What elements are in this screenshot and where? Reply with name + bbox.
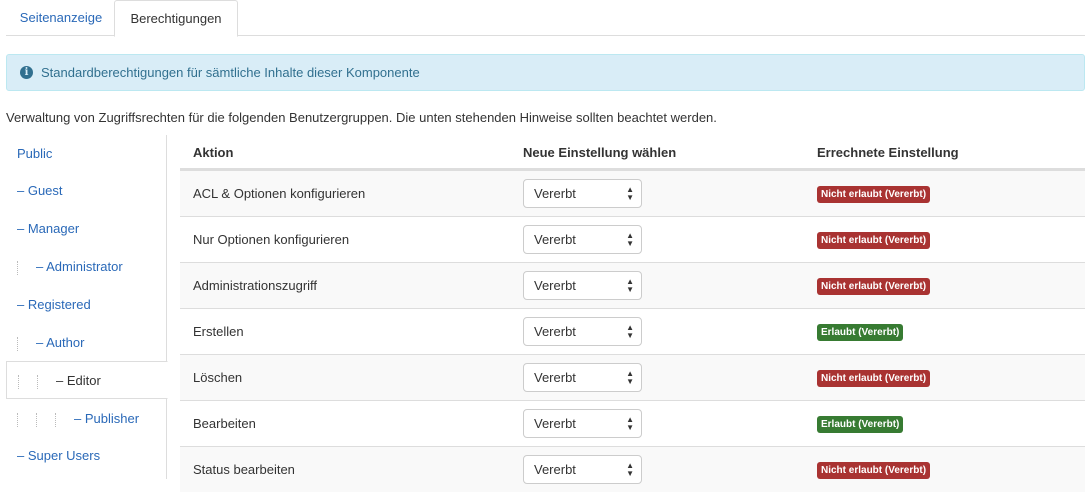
action-label: ACL & Optionen konfigurieren [193,186,366,201]
updown-caret-icon: ▲ ▼ [626,461,634,478]
group-label: – Administrator [36,259,123,274]
header-calculated: Errechnete Einstellung [817,145,959,160]
updown-caret-icon: ▲ ▼ [626,185,634,202]
alert-text: Standardberechtigungen für sämtliche Inh… [41,65,420,80]
sidebar-item-group[interactable]: – Editor [6,361,168,399]
action-label: Status bearbeiten [193,462,295,477]
setting-value: Vererbt [534,278,576,293]
tree-guide [17,260,18,275]
status-badge: Nicht erlaubt (Vererbt) [817,462,931,479]
setting-select[interactable]: Vererbt ▲ ▼ [523,179,642,208]
setting-value: Vererbt [534,416,576,431]
sidebar-item-group[interactable]: – Registered [6,286,167,324]
setting-select[interactable]: Vererbt ▲ ▼ [523,409,642,438]
setting-select[interactable]: Vererbt ▲ ▼ [523,317,642,346]
status-badge: Nicht erlaubt (Vererbt) [817,232,931,249]
status-badge: Nicht erlaubt (Vererbt) [817,186,931,203]
tab-seitenanzeige[interactable]: Seitenanzeige [6,0,114,36]
header-setting: Neue Einstellung wählen [523,145,677,160]
updown-caret-icon: ▲ ▼ [626,231,634,248]
sidebar-item-group[interactable]: – Manager [6,210,167,248]
tree-guide [55,412,56,427]
action-label: Administrationszugriff [193,278,318,293]
table-row: Bearbeiten Vererbt ▲ ▼ Erlaubt (Vererbt) [180,400,1085,446]
group-label: – Guest [17,183,63,198]
status-badge: Erlaubt (Vererbt) [817,416,904,433]
sidebar-item-group[interactable]: – Super Users [6,437,167,475]
header-action: Aktion [193,145,234,160]
tab-bar: Seitenanzeige Berechtigungen [6,0,1085,37]
group-label: – Registered [17,297,91,312]
tree-guide [17,336,18,351]
sidebar-item-group[interactable]: – Author [6,324,167,362]
permissions-description: Verwaltung von Zugriffsrechten für die f… [6,110,717,125]
setting-value: Vererbt [534,186,576,201]
updown-caret-icon: ▲ ▼ [626,277,634,294]
setting-select[interactable]: Vererbt ▲ ▼ [523,225,642,254]
table-row: Status bearbeiten Vererbt ▲ ▼ Nicht erlaubt … [180,446,1085,492]
table-row: Nur Optionen konfigurieren Vererbt ▲ ▼ Nicht… [180,216,1085,262]
tree-guide [17,412,18,427]
setting-select[interactable]: Vererbt ▲ ▼ [523,363,642,392]
table-header: Aktion Neue Einstellung wählen Errechnet… [180,135,1085,170]
setting-value: Vererbt [534,324,576,339]
setting-select[interactable]: Vererbt ▲ ▼ [523,455,642,484]
sidebar-item-group[interactable]: – Publisher [6,400,167,438]
group-label: – Manager [17,221,80,236]
action-label: Erstellen [193,324,244,339]
table-row: Löschen Vererbt ▲ ▼ Nicht erlaubt (Vererbt) [180,354,1085,400]
user-group-list: Public – Guest – Manager – Administrator – R… [6,135,168,479]
status-badge: Nicht erlaubt (Vererbt) [817,370,931,387]
action-label: Löschen [193,370,243,385]
sidebar-item-group[interactable]: – Administrator [6,248,167,286]
updown-caret-icon: ▲ ▼ [626,369,634,386]
group-label: – Editor [56,373,101,388]
group-label: – Author [36,335,85,350]
updown-caret-icon: ▲ ▼ [626,323,634,340]
table-row: Erstellen Vererbt ▲ ▼ Erlaubt (Vererbt) [180,308,1085,354]
setting-select[interactable]: Vererbt ▲ ▼ [523,271,642,300]
status-badge: Nicht erlaubt (Vererbt) [817,278,931,295]
sidebar-item-group[interactable]: – Guest [6,172,167,210]
permissions-table: Aktion Neue Einstellung wählen Errechnet… [180,135,1085,492]
tree-guide [36,412,37,427]
action-label: Nur Optionen konfigurieren [193,232,350,247]
info-alert: i Standardberechtigungen für sämtliche I… [6,54,1085,91]
updown-caret-icon: ▲ ▼ [626,415,634,432]
tree-guide [18,374,19,389]
action-label: Bearbeiten [193,416,256,431]
status-badge: Erlaubt (Vererbt) [817,324,904,341]
setting-value: Vererbt [534,462,576,477]
sidebar-item-group[interactable]: Public [6,135,167,173]
info-icon: i [20,66,33,79]
setting-value: Vererbt [534,232,576,247]
group-label: – Super Users [17,448,101,463]
group-label: Public [17,146,53,161]
table-row: ACL & Optionen konfigurieren Vererbt ▲ ▼ Nic… [180,170,1085,216]
table-row: Administrationszugriff Vererbt ▲ ▼ Nicht erl… [180,262,1085,308]
tree-guide [37,374,38,389]
setting-value: Vererbt [534,370,576,385]
group-label: – Publisher [74,411,140,426]
tab-berechtigungen[interactable]: Berechtigungen [114,0,238,37]
